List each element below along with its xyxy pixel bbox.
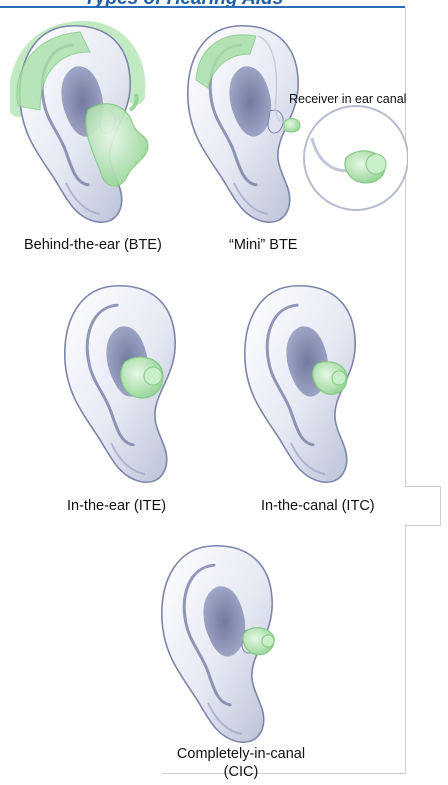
- cic-label: Completely-in-canal (CIC): [166, 746, 316, 780]
- ite-ear-illustration: [63, 284, 177, 484]
- ite-label: In-the-ear (ITE): [67, 498, 167, 514]
- bte-label: Behind-the-ear (BTE): [24, 237, 162, 253]
- cic-ear-illustration: [160, 544, 275, 744]
- frame-box-side: [440, 486, 441, 526]
- mini-bte-ear-illustration: [186, 24, 408, 224]
- receiver-in-canal-callout: Receiver in ear canal: [289, 92, 407, 106]
- title-underline: [0, 6, 405, 8]
- cic-label-line2: (CIC): [223, 764, 259, 780]
- header-bar: Types of Hearing Aids: [0, 0, 448, 8]
- mini-bte-label: “Mini” BTE: [229, 237, 298, 253]
- bte-ear-illustration: [10, 20, 149, 224]
- itc-ear-illustration: [243, 284, 357, 484]
- frame-right-line-lower: [405, 525, 406, 773]
- frame-box-top: [405, 486, 441, 487]
- cic-label-line1: Completely-in-canal: [176, 746, 306, 762]
- itc-label: In-the-canal (ITC): [261, 498, 375, 514]
- frame-box-bottom: [405, 525, 441, 526]
